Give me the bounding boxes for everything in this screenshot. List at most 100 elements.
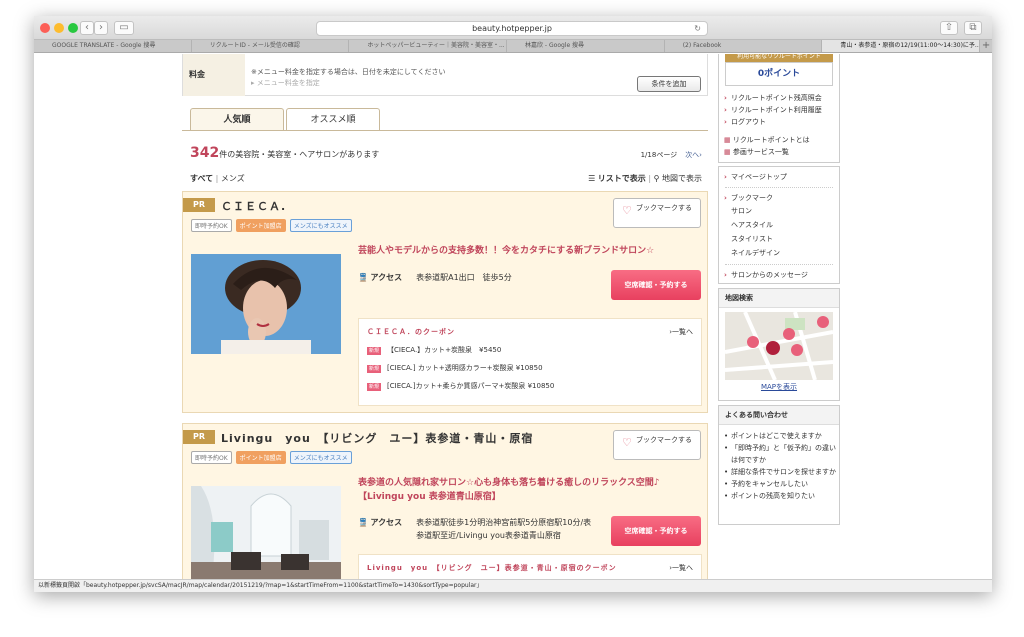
map-view-link[interactable]: 地図で表示 [662,174,702,183]
mypage-link[interactable]: マイページトップ [719,171,839,183]
filter-separator: | [215,174,219,183]
result-count-suffix: 件の美容院・美容室・ヘアサロンがあります [219,150,380,159]
faq-list: ポイントはどこで使えますか 「即時予約」と「仮予約」の違いは何ですか 詳細な条件… [719,425,839,502]
add-condition-button[interactable]: 条件を追加 [637,76,701,92]
gender-filter: すべて | メンズ [190,173,245,184]
fee-filter-row: 料金 ※メニュー料金を指定する場合は、日付を未定にしてください ▸ メニュー料金… [182,54,708,96]
reserve-button[interactable]: 空席確認・予約する [611,270,701,300]
forward-button[interactable]: › [94,21,108,35]
heart-icon: ♡ [622,436,632,449]
tab-recommend[interactable]: オススメ順 [286,108,380,130]
map-show-link[interactable]: MAPを表示 [719,382,839,392]
salon-photo[interactable] [191,486,341,586]
point-balance-link[interactable]: リクルートポイント残高照会 [719,92,839,104]
tab-google-search[interactable]: 林嘉欣 - Google 搜尋 [507,40,665,52]
bookmark-nail-link[interactable]: ネイルデザイン [719,246,839,260]
train-icon: 🚆 [358,518,368,527]
result-count-number: 342 [190,145,220,161]
minimize-window-icon[interactable] [54,23,64,33]
new-tab-icon[interactable]: ⧉ [964,21,982,35]
coupon-text: 【CIECA.】カット+炭酸泉 ¥5450 [387,346,502,354]
bookmark-button[interactable]: ♡ ブックマークする [613,198,701,228]
salon-photo[interactable] [191,254,341,354]
address-bar[interactable]: beauty.hotpepper.jp ↻ [316,21,708,36]
bookmark-stylist-link[interactable]: スタイリスト [719,232,839,246]
account-links: リクルートポイント残高照会 リクルートポイント利用履歴 ログアウト [719,92,839,128]
services-link[interactable]: ▦ 参画サービス一覧 [724,146,839,158]
list-icon: ☰ [588,174,596,183]
url-text: beauty.hotpepper.jp [472,24,552,33]
coupon-title: Livingu you 【リビング ユー】表参道・青山・原宿のクーポン [367,564,617,572]
bookmark-button[interactable]: ♡ ブックマークする [613,430,701,460]
faq-item[interactable]: 「即時予約」と「仮予約」の違いは何ですか [719,442,839,466]
reserve-button[interactable]: 空席確認・予約する [611,516,701,546]
tab-current[interactable]: 青山・表参道・原宿の12/19(11:00〜14:30)に予... [822,40,981,52]
filter-all[interactable]: すべて [190,174,213,183]
coupon-list-link[interactable]: ›一覧へ [669,327,693,337]
points-badge: ポイント加盟店 [235,451,286,464]
faq-item[interactable]: ポイントはどこで使えますか [719,430,839,442]
salon-name[interactable]: ＣＩＥＣＡ. [221,198,286,214]
salon-messages-link[interactable]: サロンからのメッセージ [719,269,839,281]
close-window-icon[interactable] [40,23,50,33]
fee-note: ※メニュー料金を指定する場合は、日付を未定にしてください [251,68,446,76]
badges: 即時予約OK ポイント加盟店 メンズにもオススメ [191,219,352,232]
coupon-title: ＣＩＥＣＡ．のクーポン [367,328,455,336]
faq-item[interactable]: 詳細な条件でサロンを探せますか [719,466,839,478]
coupon-item[interactable]: 新規 [CIECA.]カット+柔らか質感パーマ+炭酸泉 ¥10850 [359,381,701,391]
tab-bar: GOOGLE TRANSLATE - Google 搜尋 リクルートID - メ… [34,40,992,53]
train-icon: 🚆 [358,273,368,282]
points-value: 0ポイント [725,62,833,86]
faq-box: よくある問い合わせ ポイントはどこで使えますか 「即時予約」と「仮予約」の違いは… [718,405,840,525]
add-tab-button[interactable]: + [980,40,992,52]
bookmark-label: ブックマークする [636,436,692,444]
instant-booking-badge: 即時予約OK [191,219,232,232]
fee-select[interactable]: ▸ メニュー料金を指定 [251,78,320,88]
map-search-box: 地図検索 MAPを表示 [718,288,840,401]
bookmark-link[interactable]: ブックマーク [719,192,839,204]
instant-booking-badge: 即時予約OK [191,451,232,464]
coupon-item[interactable]: 新規 [CIECA.] カット+透明感カラー+炭酸泉 ¥10850 [359,363,701,373]
tab-underline [182,130,708,131]
back-button[interactable]: ‹ [80,21,94,35]
grid-icon: ▦ [724,148,731,156]
points-header: 利用可能なリクルートポイント [725,54,833,62]
salon-card: PR Livingu you 【リビング ユー】表参道・青山・原宿 ♡ ブックマー… [182,423,708,592]
faq-item[interactable]: 予約をキャンセルしたい [719,478,839,490]
tab-hotpepper[interactable]: ホットペッパービューティー｜美容院・美容室・... [349,40,508,52]
share-icon[interactable]: ⇧ [940,21,958,35]
coupon-item[interactable]: 新規 【CIECA.】カット+炭酸泉 ¥5450 [359,345,701,355]
new-tag: 新規 [367,347,382,355]
logout-link[interactable]: ログアウト [719,116,839,128]
view-switch: ☰ リストで表示 | ⚲ 地図で表示 [588,174,702,183]
coupon-list-link[interactable]: ›一覧へ [669,563,693,573]
coupon-text: [CIECA.] カット+透明感カラー+炭酸泉 ¥10850 [387,364,543,372]
tab-popular[interactable]: 人気順 [190,108,284,130]
next-page-link[interactable]: 次へ› [685,151,702,159]
tab-recruit-id[interactable]: リクルートID - メール受信の確認 [192,40,350,52]
salon-name[interactable]: Livingu you 【リビング ユー】表参道・青山・原宿 [221,430,533,446]
zoom-window-icon[interactable] [68,23,78,33]
filter-mens[interactable]: メンズ [221,174,245,183]
map-search-header: 地図検索 [719,289,839,308]
faq-header: よくある問い合わせ [719,406,839,425]
bookmark-label: ブックマークする [636,204,692,212]
tab-translate[interactable]: GOOGLE TRANSLATE - Google 搜尋 [34,40,192,52]
salon-catchcopy: 表参道の人気隠れ家サロン☆心も身体も落ち着ける癒しのリラックス空間♪【Livin… [358,478,660,502]
sidebar-toggle-icon[interactable]: ▭ [114,21,134,35]
sidebar: 利用可能なリクルートポイント 0ポイント リクルートポイント残高照会 リクルート… [718,54,842,592]
bookmark-salon-link[interactable]: サロン [719,204,839,218]
reload-icon[interactable]: ↻ [694,22,701,35]
fee-placeholder: メニュー料金を指定 [256,79,320,87]
faq-item[interactable]: ポイントの残高を知りたい [719,490,839,502]
access-text: 表参道駅A1出口 徒歩5分 [416,273,512,282]
list-view-link[interactable]: リストで表示 [598,174,646,183]
map-thumbnail[interactable] [725,312,833,380]
point-history-link[interactable]: リクルートポイント利用履歴 [719,104,839,116]
point-about-link[interactable]: ▦ リクルートポイントとは [724,134,839,146]
tab-facebook[interactable]: (2) Facebook [665,40,823,52]
pr-tag: PR [183,430,215,444]
map-pin-icon: ⚲ [653,174,660,183]
bookmark-hairstyle-link[interactable]: ヘアスタイル [719,218,839,232]
browser-toolbar: ‹ › ▭ beauty.hotpepper.jp ↻ ⇧ ⧉ [34,16,992,40]
